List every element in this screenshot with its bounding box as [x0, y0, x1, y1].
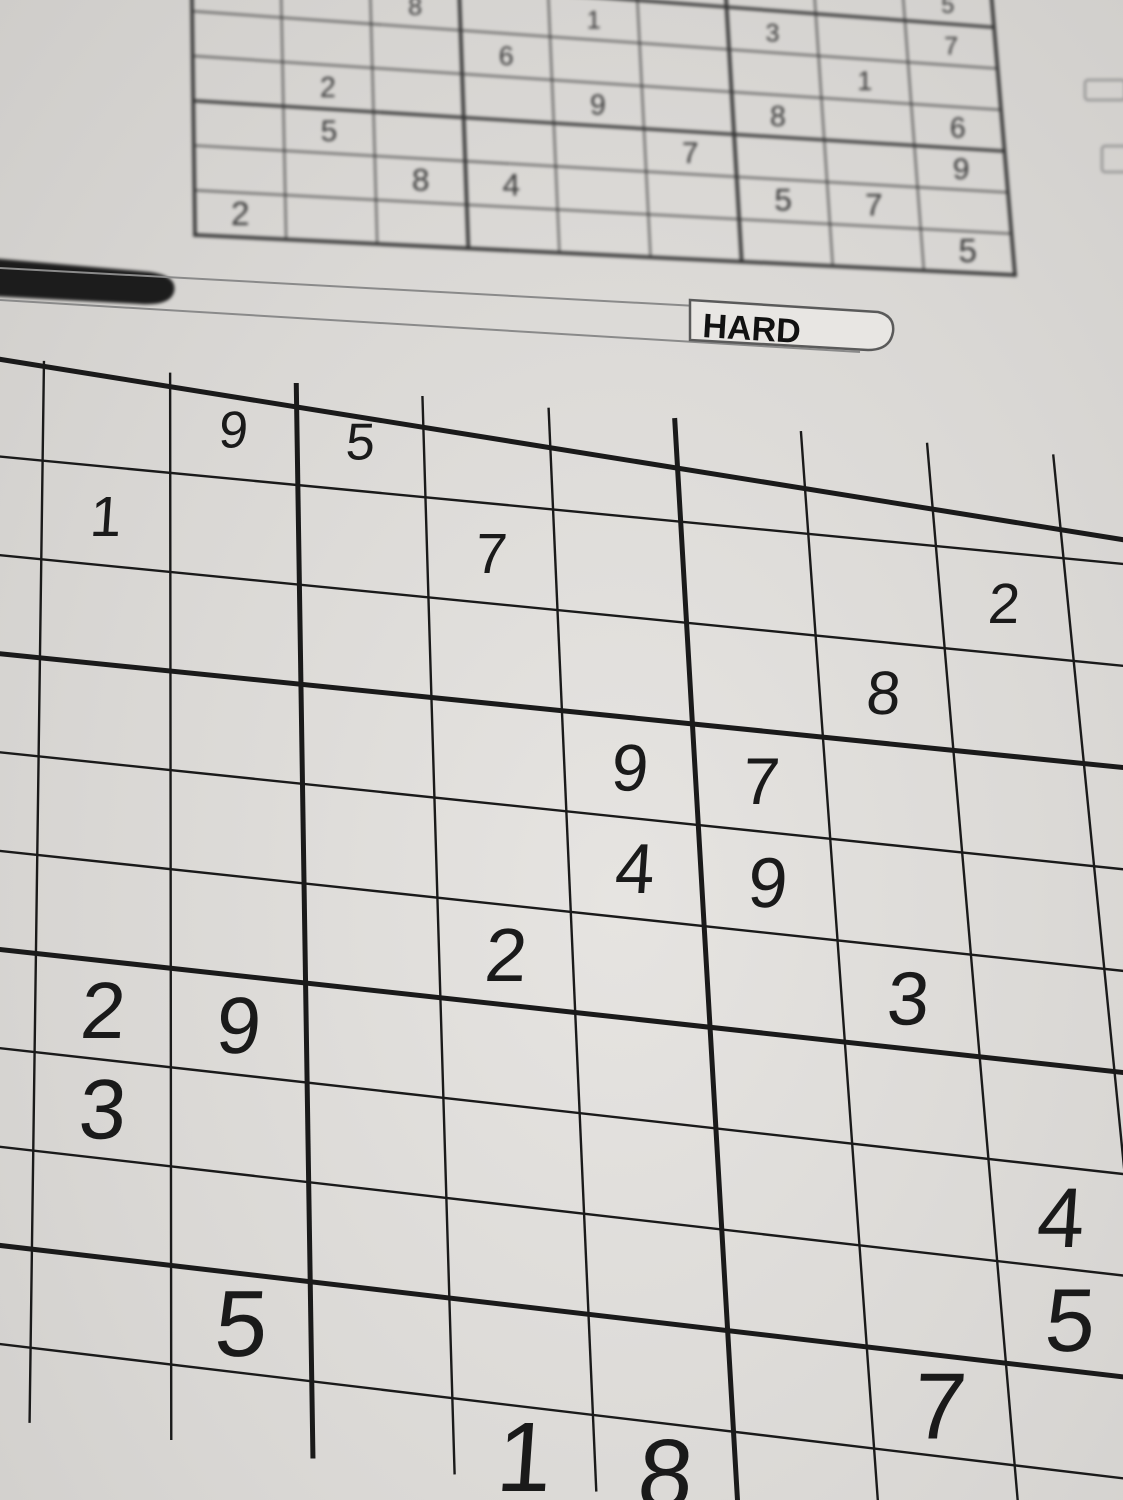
- grid-line-v: [547, 407, 598, 1492]
- main-cell-digit: 2: [482, 913, 530, 997]
- top-cell-digit: 8: [412, 161, 430, 197]
- main-cell-digit: 9: [217, 401, 250, 459]
- top-cell-digit: 5: [774, 182, 792, 218]
- difficulty-label: HARD: [702, 307, 802, 351]
- side-box-1: [1084, 79, 1123, 101]
- grid-line-h: [0, 849, 1123, 973]
- top-cell-digit: 7: [865, 187, 883, 223]
- main-cell-digit: 1: [88, 486, 124, 549]
- grid-border-top: [0, 356, 1123, 543]
- top-grid-line-v: [369, 0, 378, 245]
- main-cell-digit: 8: [864, 659, 903, 728]
- sudoku-page: 658137612986579845725 HARD 9517248597499…: [0, 0, 1123, 1500]
- top-cell-digit: 5: [941, 0, 954, 19]
- top-cell-digit: 9: [590, 89, 606, 121]
- top-cell-digit: 7: [944, 33, 958, 61]
- grid-line-h: [0, 947, 1123, 1075]
- top-puzzle-grid: [190, 0, 1017, 277]
- main-cell-digit: 2: [986, 573, 1022, 636]
- main-puzzle-grid: [0, 356, 1123, 1500]
- main-cell-digit: 3: [76, 1062, 130, 1157]
- top-cell-digit: 5: [321, 115, 338, 148]
- top-cell-digit: 6: [499, 41, 514, 71]
- main-cell-digit: 7: [740, 745, 782, 819]
- main-cell-digit: 7: [910, 1354, 970, 1459]
- side-box-2: [1101, 145, 1123, 173]
- top-grid-line-v: [190, 0, 197, 237]
- top-cell-digit: 9: [953, 153, 970, 186]
- main-cell-digit: 1: [493, 1401, 556, 1500]
- top-cell-digit: 2: [320, 72, 336, 104]
- top-grid-line-v: [724, 0, 744, 264]
- grid-line-v: [672, 417, 740, 1500]
- top-cell-digit: 8: [408, 0, 422, 21]
- grid-line-h: [0, 751, 1123, 871]
- main-cell-digit: 5: [1042, 1270, 1099, 1370]
- previous-level-badge: [0, 258, 175, 305]
- top-cell-digit: 1: [587, 6, 601, 34]
- top-cell-digit: 7: [682, 137, 699, 170]
- main-cell-digit: 9: [745, 844, 790, 923]
- top-grid-line-v: [280, 0, 287, 241]
- main-cell-digit: 5: [344, 413, 377, 471]
- grid-line-v: [421, 395, 456, 1475]
- main-cell-digit: 9: [609, 732, 651, 806]
- main-cell-digit: 8: [634, 1418, 697, 1500]
- top-grid-line-v: [902, 0, 925, 272]
- main-cell-digit: 9: [213, 980, 264, 1070]
- grid-line-v: [293, 382, 316, 1459]
- top-cell-digit: 2: [231, 196, 249, 233]
- top-grid-line-h: [193, 189, 1013, 235]
- top-grid-border-bottom: [193, 233, 1017, 277]
- main-cell-digit: 4: [1034, 1170, 1088, 1265]
- top-cell-digit: 6: [950, 113, 966, 145]
- difficulty-badge: HARD: [688, 298, 895, 352]
- grid-line-v: [28, 360, 46, 1423]
- main-cell-digit: 4: [613, 830, 658, 909]
- main-cell-digit: 2: [78, 965, 129, 1055]
- top-cell-digit: 8: [770, 101, 786, 133]
- top-grid-line-v: [457, 0, 471, 251]
- top-cell-digit: 3: [765, 20, 779, 48]
- main-cell-digit: 7: [473, 523, 509, 586]
- top-grid-line-h: [193, 144, 1009, 194]
- main-cell-digit: 5: [212, 1271, 272, 1376]
- top-cell-digit: 5: [959, 233, 977, 270]
- main-cell-digit: 3: [885, 957, 933, 1041]
- grid-line-v: [168, 372, 173, 1441]
- grid-line-h: [0, 1046, 1123, 1176]
- top-cell-digit: 1: [857, 66, 872, 96]
- top-grid-line-v: [814, 0, 834, 267]
- top-cell-digit: 4: [503, 166, 521, 202]
